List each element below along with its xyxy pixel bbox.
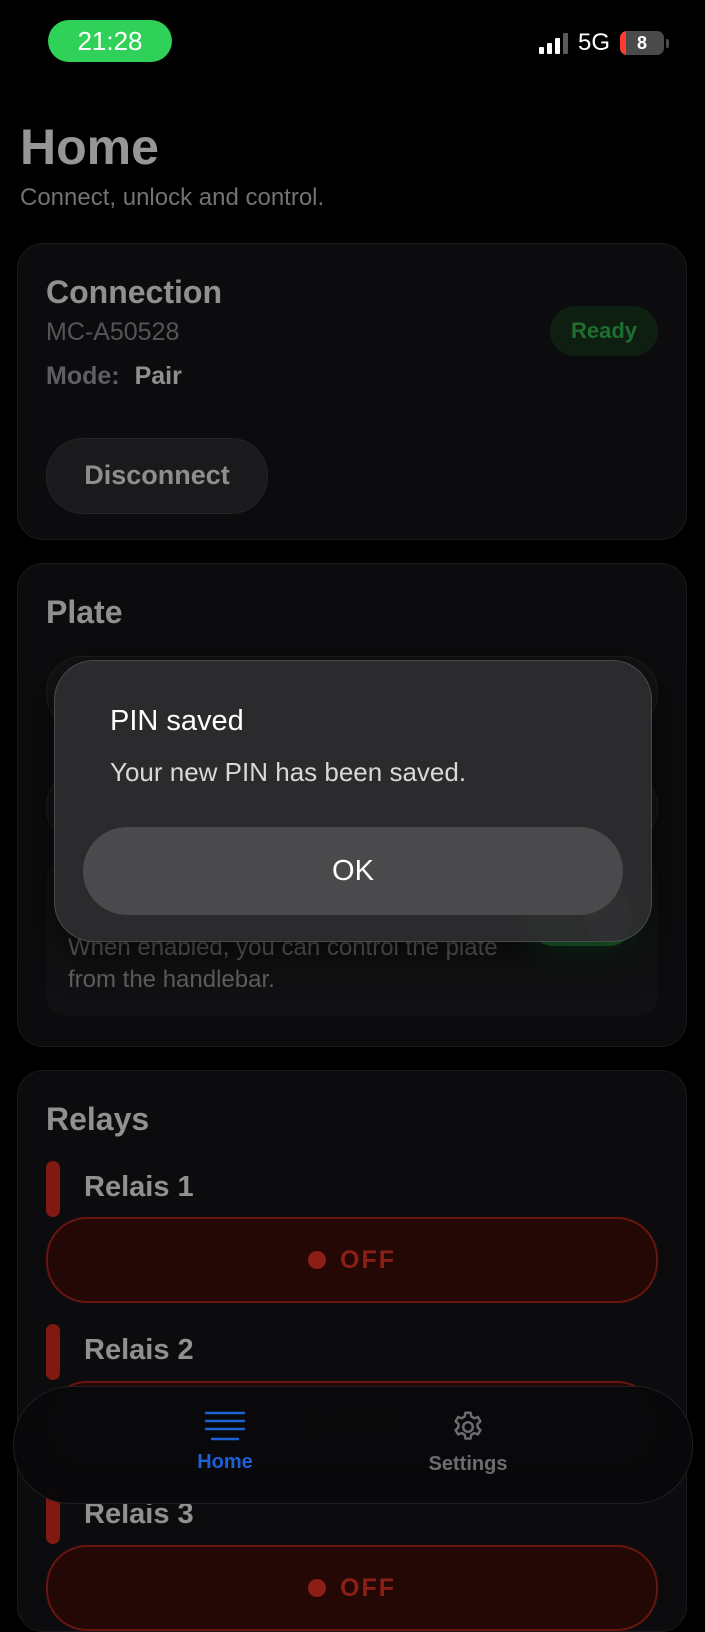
relay-label: Relais 1 xyxy=(84,1171,194,1203)
disconnect-button[interactable]: Disconnect xyxy=(46,438,268,514)
ok-button[interactable]: OK xyxy=(83,827,623,915)
relay-indicator xyxy=(46,1324,60,1380)
mode-value: Pair xyxy=(134,362,182,390)
plate-title: Plate xyxy=(46,594,123,630)
page-subtitle: Connect, unlock and control. xyxy=(20,184,325,211)
relay-state: OFF xyxy=(340,1573,396,1602)
pin-saved-alert: PIN saved Your new PIN has been saved. O… xyxy=(54,660,652,942)
relays-card: Relays Relais 1 OFF Relais 2 OFF Relais … xyxy=(17,1070,687,1632)
relays-title: Relays xyxy=(46,1101,150,1137)
connection-card: Connection MC-A50528 Mode: Pair Ready Di… xyxy=(17,243,687,540)
tab-bar: Home Settings xyxy=(13,1386,693,1504)
tab-home[interactable]: Home xyxy=(145,1409,305,1474)
alert-message: Your new PIN has been saved. xyxy=(110,757,467,787)
status-badge: Ready xyxy=(550,306,658,356)
tab-home-label: Home xyxy=(197,1451,253,1473)
relay-state: OFF xyxy=(340,1245,396,1274)
mode-label: Mode: xyxy=(46,362,120,390)
list-lines-icon xyxy=(204,1411,246,1441)
relay-status-dot xyxy=(308,1251,326,1269)
relay-label: Relais 2 xyxy=(84,1334,194,1366)
mode-row: Mode: Pair xyxy=(46,362,182,391)
relay-status-dot xyxy=(308,1579,326,1597)
tab-settings-label: Settings xyxy=(428,1453,508,1475)
device-id: MC-A50528 xyxy=(46,318,180,346)
gear-icon xyxy=(454,1411,482,1440)
relay-indicator xyxy=(46,1161,60,1217)
connection-title: Connection xyxy=(46,274,222,310)
relay-3-toggle-button[interactable]: OFF xyxy=(46,1545,658,1631)
page-title: Home xyxy=(20,119,159,175)
relay-1-toggle-button[interactable]: OFF xyxy=(46,1217,658,1303)
tab-settings[interactable]: Settings xyxy=(388,1409,548,1476)
alert-title: PIN saved xyxy=(110,705,244,737)
